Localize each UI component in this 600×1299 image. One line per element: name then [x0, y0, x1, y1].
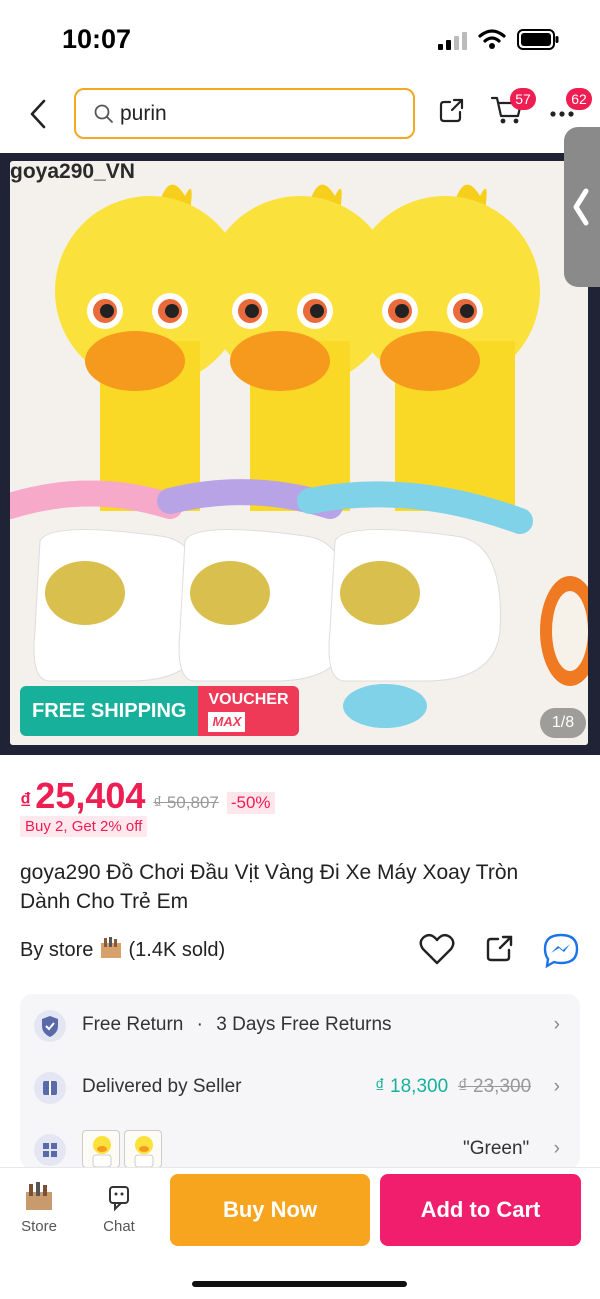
delivery-fee: ₫ 18,300	[375, 1076, 449, 1097]
search-box[interactable]	[74, 88, 415, 139]
chevron-right-icon: ›	[553, 1014, 560, 1035]
currency-symbol: ₫	[20, 788, 32, 813]
chat-icon	[109, 1186, 129, 1212]
status-bar: 10:07	[0, 0, 600, 78]
share-icon[interactable]	[438, 96, 466, 124]
free-return-value: 3 Days Free Returns	[216, 1014, 392, 1035]
store-icon	[26, 1182, 52, 1210]
voucher-max-label: VOUCHER MAX	[198, 686, 299, 736]
buy-now-button[interactable]: Buy Now	[170, 1174, 370, 1246]
grid-icon	[34, 1134, 66, 1166]
add-to-cart-button[interactable]: Add to Cart	[380, 1174, 581, 1246]
more-badge: 62	[566, 88, 592, 110]
cellular-signal-icon	[438, 32, 467, 50]
promo-tag[interactable]: Buy 2, Get 2% off	[20, 816, 148, 837]
price-row: ₫ 25,404 ₫ 50,807 -50%	[20, 775, 275, 817]
battery-icon	[517, 29, 559, 50]
back-button[interactable]	[22, 94, 54, 134]
duck-toy-illustration	[10, 161, 588, 745]
shield-check-icon	[34, 1010, 66, 1042]
status-time: 10:07	[62, 24, 132, 54]
chevron-left-icon	[573, 188, 589, 226]
free-shipping-label: FREE SHIPPING	[20, 686, 199, 736]
voucher-label: VOUCHER	[208, 691, 289, 708]
product-image	[10, 161, 588, 745]
discount-badge: -50%	[226, 792, 275, 814]
store-tab[interactable]: Store	[9, 1182, 69, 1235]
store-prefix: By store	[20, 939, 94, 961]
more-button[interactable]: 62	[548, 88, 592, 130]
free-return-row[interactable]: Free Return · 3 Days Free Returns ›	[20, 994, 580, 1056]
variant-thumbnail[interactable]	[124, 1130, 162, 1168]
voucher-max-tag: MAX	[208, 712, 246, 732]
delivery-label: Delivered by Seller	[82, 1076, 242, 1097]
seller-watermark: goya290_VN	[10, 160, 135, 183]
search-icon	[94, 104, 113, 123]
chevron-right-icon: ›	[553, 1076, 560, 1097]
chevron-left-icon	[30, 99, 46, 129]
heart-icon[interactable]	[419, 932, 455, 966]
search-input[interactable]	[120, 98, 400, 130]
delivery-box-icon	[34, 1072, 66, 1104]
chat-label: Chat	[103, 1218, 135, 1235]
sold-count: (1.4K sold)	[128, 939, 226, 961]
top-nav-bar: 57 62	[0, 78, 600, 153]
free-shipping-voucher-badge: FREE SHIPPING VOUCHER MAX	[20, 686, 299, 736]
current-price: 25,404	[35, 775, 146, 816]
chat-tab[interactable]: Chat	[89, 1182, 149, 1235]
product-image-carousel[interactable]	[0, 153, 600, 755]
store-label: Store	[21, 1218, 57, 1235]
cart-button[interactable]: 57	[490, 88, 536, 130]
variant-selected: "Green"	[463, 1138, 530, 1159]
store-emoji-icon	[100, 937, 121, 958]
bottom-action-bar: Store Chat Buy Now Add to Cart	[0, 1167, 600, 1299]
product-title: goya290 Đồ Chơi Đầu Vịt Vàng Đi Xe Máy X…	[20, 861, 519, 913]
delivery-fee-original: ₫ 23,300	[458, 1076, 532, 1097]
share-icon[interactable]	[485, 932, 515, 964]
store-line[interactable]: By store (1.4K sold)	[20, 937, 225, 962]
delivery-row[interactable]: Delivered by Seller ₫ 18,300 ₫ 23,300 ›	[20, 1056, 580, 1118]
side-panel-toggle[interactable]	[564, 127, 600, 287]
home-indicator[interactable]	[192, 1281, 407, 1287]
cart-badge: 57	[510, 88, 536, 110]
chevron-right-icon: ›	[553, 1138, 560, 1159]
wifi-icon	[478, 29, 506, 49]
free-return-label: Free Return	[82, 1014, 184, 1035]
messenger-icon[interactable]	[542, 932, 580, 968]
separator-dot: ·	[196, 1014, 203, 1035]
original-price: ₫ 50,807	[153, 793, 219, 812]
variant-thumbnail[interactable]	[82, 1130, 120, 1168]
image-counter: 1/8	[540, 708, 586, 738]
